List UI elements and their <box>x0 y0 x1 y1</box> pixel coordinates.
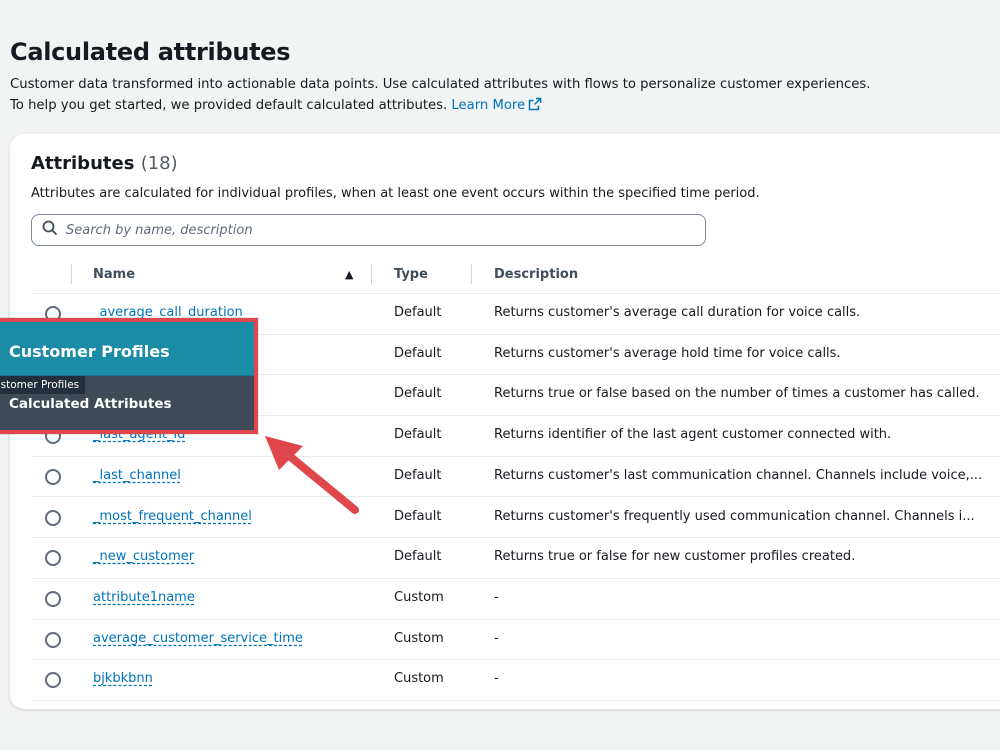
attribute-description: - <box>494 589 499 605</box>
attributes-title-text: Attributes <box>31 153 135 174</box>
page-description-line-2-text: To help you get started, we provided def… <box>10 98 448 113</box>
attributes-count: (18) <box>140 153 178 174</box>
column-divider[interactable] <box>471 264 472 284</box>
column-header-type[interactable]: Type <box>394 267 428 282</box>
sort-ascending-icon[interactable]: ▲ <box>345 268 353 281</box>
attribute-name-link[interactable]: attribute1name <box>93 590 195 605</box>
column-divider[interactable] <box>71 264 72 284</box>
attribute-description: Returns true or false based on the numbe… <box>494 386 980 402</box>
row-radio-button[interactable] <box>45 468 61 485</box>
table-row[interactable]: bjkbkbnn Custom - <box>31 660 1000 701</box>
column-header-name[interactable]: Name <box>93 267 135 282</box>
attribute-name-link[interactable]: _last_channel <box>93 468 181 483</box>
page-description: Customer data transformed into actionabl… <box>10 74 1000 118</box>
attribute-type: Default <box>394 549 442 565</box>
attribute-description: Returns customer's frequently used commu… <box>494 508 975 524</box>
attribute-description: Returns identifier of the last agent cus… <box>494 427 892 443</box>
page-description-line-1: Customer data transformed into actionabl… <box>10 77 871 92</box>
attribute-name-link[interactable]: average_customer_service_time <box>93 631 303 646</box>
attribute-type: Default <box>394 508 442 524</box>
table-header: Name ▲ Type Description <box>31 256 1000 294</box>
attribute-name-link[interactable]: _most_frequent_channel <box>93 509 252 524</box>
page-title: Calculated attributes <box>10 38 291 66</box>
search-icon <box>32 220 58 240</box>
attribute-description: Returns customer's average hold time for… <box>494 345 841 361</box>
navigation-callout: Customer Profiles ustomer Profiles Calcu… <box>0 318 258 434</box>
row-radio-button[interactable] <box>45 550 61 567</box>
attribute-description: Returns customer's average call duration… <box>494 305 861 320</box>
attribute-type: Custom <box>394 630 444 646</box>
learn-more-link[interactable]: Learn More <box>451 98 525 113</box>
callout-title: Customer Profiles <box>9 342 170 361</box>
table-row[interactable]: attribute1name Custom - <box>31 579 1000 620</box>
table-row[interactable]: average_customer_service_time Custom - <box>31 620 1000 661</box>
attribute-description: Returns true or false for new customer p… <box>494 549 856 565</box>
page-description-line-2: To help you get started, we provided def… <box>10 95 1000 118</box>
attribute-type: Default <box>394 427 442 443</box>
table-row[interactable]: _last_channel Default Returns customer's l… <box>31 457 1000 498</box>
attribute-type: Default <box>394 345 442 361</box>
callout-header: Customer Profiles <box>0 322 254 376</box>
attribute-description: - <box>494 630 499 646</box>
attribute-description: - <box>494 671 499 687</box>
external-link-icon <box>528 97 542 118</box>
attributes-description: Attributes are calculated for individual… <box>31 186 760 201</box>
row-radio-button[interactable] <box>45 590 61 607</box>
callout-breadcrumb: ustomer Profiles <box>0 376 86 394</box>
attribute-type: Custom <box>394 671 444 687</box>
row-radio-button[interactable] <box>45 509 61 526</box>
search-input[interactable] <box>66 222 666 238</box>
column-header-description[interactable]: Description <box>494 267 578 282</box>
arrow-icon <box>265 436 359 514</box>
attributes-title: Attributes (18) <box>31 153 178 174</box>
attribute-name-link[interactable]: _new_customer <box>93 549 194 564</box>
row-radio-button[interactable] <box>45 672 61 689</box>
attribute-type: Default <box>394 467 442 483</box>
search-box[interactable] <box>31 214 706 246</box>
row-radio-button[interactable] <box>45 631 61 648</box>
attribute-type: Default <box>394 305 442 320</box>
column-divider[interactable] <box>371 264 372 284</box>
table-row[interactable]: _most_frequent_channel Default Returns cus… <box>31 498 1000 539</box>
callout-subtitle: Calculated Attributes <box>9 396 172 412</box>
attribute-type: Custom <box>394 589 444 605</box>
attribute-name-link[interactable]: bjkbkbnn <box>93 671 153 686</box>
table-row[interactable]: _new_customer Default Returns true or fals… <box>31 538 1000 579</box>
attribute-description: Returns customer's last communication ch… <box>494 467 983 483</box>
attribute-type: Default <box>394 386 442 402</box>
